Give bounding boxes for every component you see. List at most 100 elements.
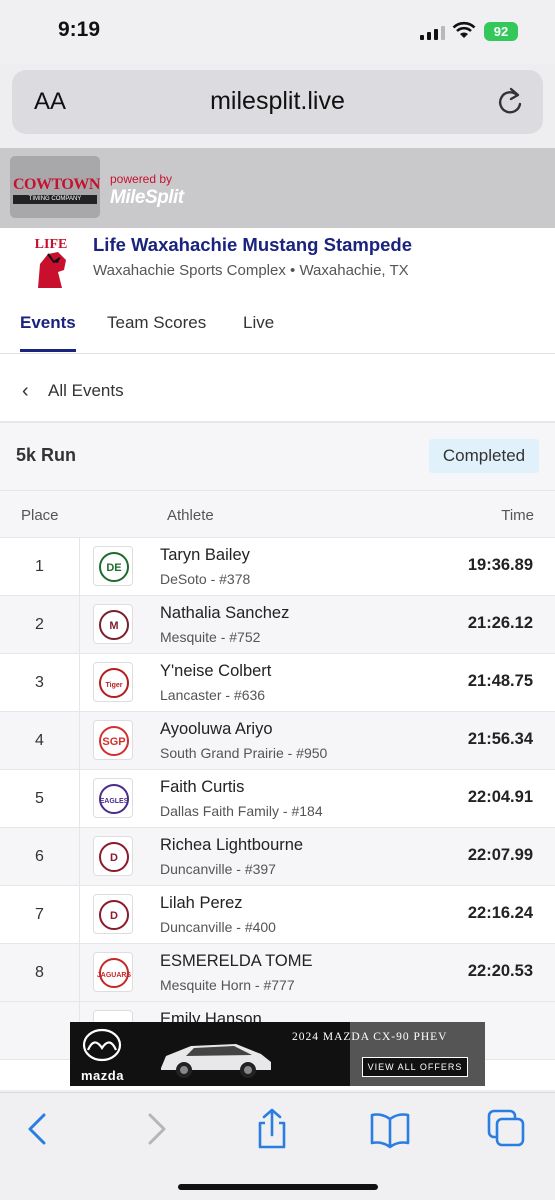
milesplit-logo[interactable]: MileSplit [110, 187, 184, 209]
team-logo-icon: EAGLES [93, 778, 133, 818]
athlete-team: Mesquite Horn - #777 [160, 977, 295, 993]
athlete-name[interactable]: Nathalia Sanchez [160, 604, 289, 623]
share-icon[interactable] [250, 1107, 294, 1151]
tabs-icon[interactable] [485, 1107, 529, 1151]
status-time: 9:19 [58, 18, 101, 41]
meet-info: LIFE Life Waxahachie Mustang Stampede Wa… [0, 228, 555, 292]
athlete-team: South Grand Prairie - #950 [160, 745, 328, 761]
athlete-team: Lancaster - #636 [160, 687, 266, 703]
athlete-name[interactable]: Y'neise Colbert [160, 662, 271, 681]
team-logo-icon: DE [93, 546, 133, 586]
place-cell: 4 [0, 712, 80, 770]
meet-location: Waxahachie Sports Complex • Waxahachie, … [93, 262, 409, 279]
results-table-header: Place Athlete Time [0, 490, 555, 538]
tab-live[interactable]: Live [243, 313, 274, 333]
place-cell: 3 [0, 654, 80, 712]
team-logo-icon: Tiger [93, 662, 133, 702]
place-cell: 1 [0, 538, 80, 596]
athlete-time: 21:48.75 [467, 672, 533, 690]
battery-level: 92 [493, 24, 509, 39]
svg-text:Tiger: Tiger [106, 682, 123, 689]
athlete-time: 21:26.12 [467, 614, 533, 632]
wifi-icon [452, 21, 476, 38]
web-page: COWTOWN TIMING COMPANY powered by MileSp… [0, 148, 555, 1090]
athlete-name[interactable]: Ayooluwa Ariyo [160, 720, 273, 739]
place-cell [0, 1002, 80, 1060]
place-cell: 6 [0, 828, 80, 886]
athlete-time: 21:56.34 [467, 730, 533, 748]
bookmarks-icon[interactable] [368, 1107, 412, 1151]
car-image [161, 1044, 271, 1078]
svg-text:JAGUARS: JAGUARS [97, 972, 132, 979]
view-all-offers-button[interactable]: VIEW ALL OFFERS [362, 1057, 468, 1077]
back-icon[interactable] [16, 1107, 60, 1151]
table-row[interactable]: 1 DE Taryn Bailey DeSoto - #378 19:36.89 [0, 538, 555, 596]
team-logo-icon: SGP [93, 720, 133, 760]
url-text[interactable]: milesplit.live [12, 87, 543, 116]
status-bar: 9:19 92 [0, 0, 555, 64]
powered-by-label: powered by [110, 172, 173, 186]
table-row[interactable]: 8 JAGUARS ESMERELDA TOME Mesquite Horn - #7… [0, 944, 555, 1002]
svg-text:M: M [109, 620, 118, 632]
status-badge: Completed [429, 439, 539, 473]
cowtown-logo[interactable]: COWTOWN TIMING COMPANY [10, 156, 100, 218]
site-header: COWTOWN TIMING COMPANY powered by MileSp… [0, 148, 555, 228]
table-row[interactable]: 7 D Lilah Perez Duncanville - #400 22:16.24 [0, 886, 555, 944]
athlete-name[interactable]: Richea Lightbourne [160, 836, 303, 855]
svg-text:EAGLES: EAGLES [100, 798, 129, 805]
team-logo-icon: M [93, 604, 133, 644]
all-events-label: All Events [48, 381, 124, 400]
team-logo-icon: JAGUARS [93, 952, 133, 992]
tab-events[interactable]: Events [20, 313, 76, 333]
sponsor-name: COWTOWN [13, 176, 100, 193]
ad-title: 2024 MAZDA CX-90 PHEV [292, 1031, 448, 1043]
table-row[interactable]: 3 Tiger Y'neise Colbert Lancaster - #636 21:… [0, 654, 555, 712]
athlete-team: DeSoto - #378 [160, 571, 251, 587]
mazda-ad-banner[interactable]: mazda 2024 MAZDA CX-90 PHEV VIEW ALL OFF… [70, 1022, 485, 1086]
athlete-team: Dallas Faith Family - #184 [160, 803, 323, 819]
athlete-name[interactable]: ESMERELDA TOME [160, 952, 313, 971]
athlete-name[interactable]: Taryn Bailey [160, 546, 250, 565]
place-cell: 7 [0, 886, 80, 944]
athlete-team: Duncanville - #400 [160, 919, 276, 935]
meet-title[interactable]: Life Waxahachie Mustang Stampede [93, 234, 412, 256]
table-row[interactable]: 4 SGP Ayooluwa Ariyo South Grand Prairie - … [0, 712, 555, 770]
sponsor-subtitle: TIMING COMPANY [13, 195, 97, 204]
athlete-name[interactable]: Lilah Perez [160, 894, 243, 913]
athlete-name[interactable]: Faith Curtis [160, 778, 244, 797]
logo-text: LIFE [35, 237, 68, 252]
svg-text:D: D [110, 910, 118, 922]
athlete-time: 22:07.99 [467, 846, 533, 864]
tab-team-scores[interactable]: Team Scores [107, 313, 206, 333]
table-row[interactable]: 5 EAGLES Faith Curtis Dallas Faith Family -… [0, 770, 555, 828]
time-column-header: Time [501, 507, 534, 524]
athlete-time: 22:16.24 [467, 904, 533, 922]
athlete-team: Mesquite - #752 [160, 629, 261, 645]
team-logo-icon: D [93, 836, 133, 876]
svg-text:D: D [110, 852, 118, 864]
tab-bar: Events Team Scores Live [0, 298, 555, 354]
chevron-left-icon: ‹ [22, 380, 29, 402]
home-indicator [178, 1184, 378, 1190]
svg-text:DE: DE [106, 562, 121, 574]
athlete-time: 19:36.89 [467, 556, 533, 574]
place-column-header: Place [21, 507, 59, 524]
table-row[interactable]: 2 M Nathalia Sanchez Mesquite - #752 21:26.1… [0, 596, 555, 654]
place-cell: 2 [0, 596, 80, 654]
life-school-logo: LIFE [24, 234, 78, 292]
active-tab-indicator [20, 349, 76, 352]
event-header: 5k Run Completed [0, 422, 555, 490]
results-table: 1 DE Taryn Bailey DeSoto - #378 19:36.89 2 M Na… [0, 538, 555, 1060]
address-bar[interactable]: AA milesplit.live [12, 70, 543, 134]
all-events-link[interactable]: ‹ All Events [0, 364, 555, 422]
athlete-time: 22:20.53 [467, 962, 533, 980]
athlete-column-header: Athlete [167, 507, 214, 524]
cellular-signal-icon [420, 24, 445, 40]
svg-text:SGP: SGP [102, 736, 125, 748]
reload-icon[interactable] [495, 86, 525, 118]
forward-icon[interactable] [134, 1107, 178, 1151]
athlete-team: Duncanville - #397 [160, 861, 276, 877]
battery-indicator: 92 [484, 22, 518, 41]
place-cell: 8 [0, 944, 80, 1002]
table-row[interactable]: 6 D Richea Lightbourne Duncanville - #397 22… [0, 828, 555, 886]
